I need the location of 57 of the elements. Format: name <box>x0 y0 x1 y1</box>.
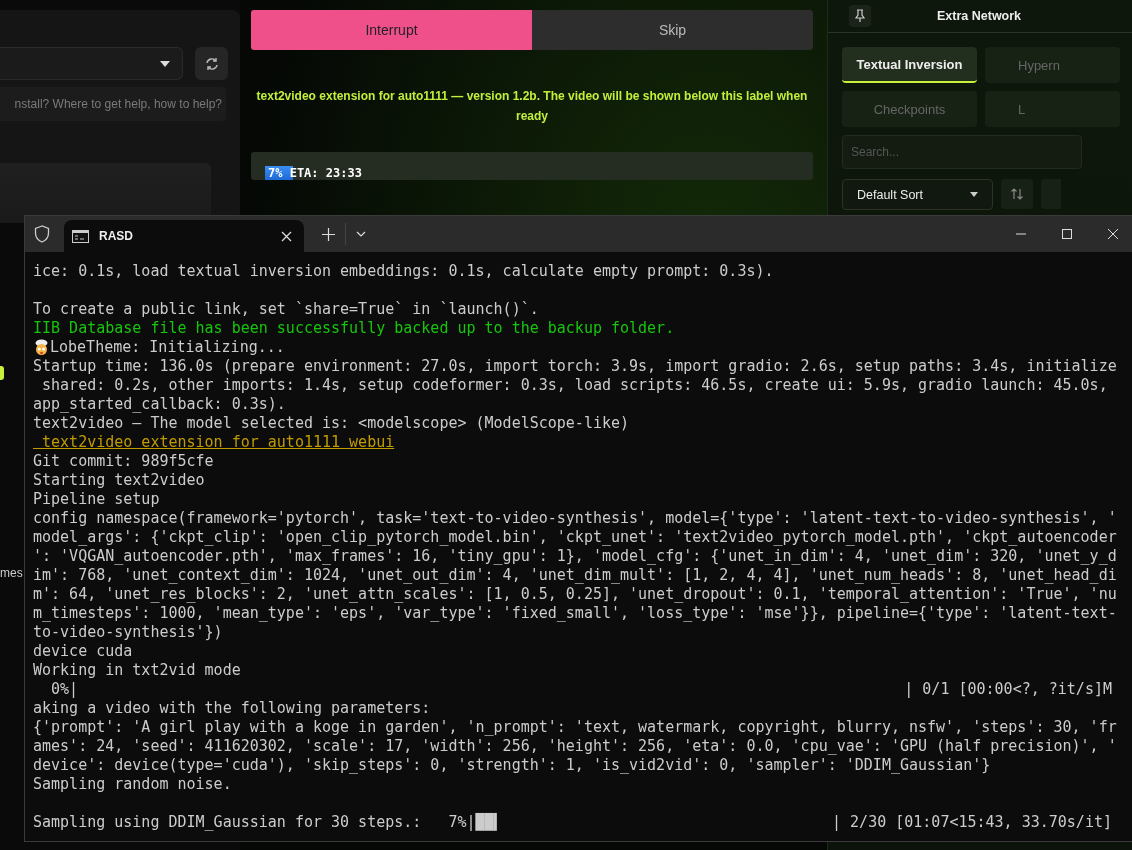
console-line: config namespace(framework='pytorch', task='text-to-video-synthesis', model={'type': 'latent-text-to-video-synthesis', ' <box>33 509 1117 528</box>
slider-thumb[interactable] <box>0 366 4 380</box>
pin-icon <box>854 9 866 23</box>
console-line: ice: 0.1s, load textual inversion embeddings: 0.1s, calculate empty prompt: 0.3s). <box>33 262 774 281</box>
console-line: ames': 24, 'seed': 411620302, 'scale': 17, 'width': 256, 'height': 256, 'eta': 0.0, 'cpu_vae': 'GPU (half precision)', ' <box>33 737 1117 756</box>
search-field[interactable]: Search... <box>842 135 1082 169</box>
chevron-down-icon[interactable] <box>356 231 366 237</box>
console-line: Git commit: 989f5cfe <box>33 452 214 471</box>
caret-icon <box>970 192 978 197</box>
sort-order-button[interactable] <box>1001 179 1033 209</box>
console-line: im': 768, 'unet_context_dim': 1024, 'unet_out_dim': 4, 'unet_dim_mult': [1, 2, 4, 4], 'unet_num_heads': 8, 'unet_head_di <box>33 566 1117 585</box>
panel-title: Extra Network <box>937 9 1022 23</box>
console-line: text2video — The model selected is: <modelscope> (ModelScope-like) <box>33 414 630 433</box>
terminal-tab[interactable]: RASD <box>64 220 304 252</box>
progress-text: 0%| <box>50 680 79 699</box>
help-field[interactable]: nstall? Where to get help, how to help? <box>0 87 226 121</box>
pin-button[interactable] <box>849 5 871 27</box>
console-line: To create a public link, set `share=True` in `launch()`. <box>33 300 539 319</box>
console-line: m': 64, 'unet_res_blocks': 2, 'unet_attn_scales': [1, 0.5, 0.25], 'unet_dropout': 0.1, 'temporal_attention': 'True', 'nu <box>33 585 1117 604</box>
close-icon[interactable] <box>281 230 292 242</box>
close-icon[interactable] <box>1107 228 1119 240</box>
sort-icon <box>1010 187 1024 201</box>
console-line: aking a video with the following parameters: <box>33 699 431 718</box>
network-tab[interactable]: Textual Inversion <box>842 47 977 83</box>
refresh-icon <box>203 55 220 72</box>
console-line: Starting text2video <box>33 471 205 490</box>
caret-icon <box>160 61 170 67</box>
new-tab-icon[interactable] <box>322 227 335 241</box>
notice-text: text2video extension for auto1111 — version 1.2b. The video will be shown below this label when ready <box>255 88 809 125</box>
side-label: mes <box>0 566 23 580</box>
console-line: model_args': {'ckpt_clip': 'open_clip_pytorch_model.bin', 'ckpt_unet': 'text2video_pytorch_model.pth', 'ckpt_autoencoder <box>33 528 1117 547</box>
console-line: m_timesteps': 1000, 'mean_type': 'eps', 'var_type': 'fixed_small', 'loss_type': 'mse'}}, pipeline={'type': 'latent-text- <box>33 604 1117 623</box>
console-line: Startup time: 136.0s (prepare environment: 27.0s, import torch: 3.9s, import gradio: 2.6s, setup paths: 3.4s, initialize <box>33 357 1117 376</box>
console-line: to-video-synthesis'}) <box>33 623 223 642</box>
maximize-icon[interactable] <box>1061 228 1073 240</box>
shield-icon[interactable] <box>34 225 50 243</box>
console-link[interactable]: text2video extension for auto1111 webui <box>33 433 395 452</box>
console-line: Working in txt2vid mode <box>33 661 241 680</box>
progress-stats: | 0/1 [00:00<?, ?it/s]M <box>904 680 1112 699</box>
console-line: LobeTheme: Initializing... <box>50 338 285 357</box>
console-line: IIB Database file has been successfully backed up to the backup folder. <box>33 319 675 338</box>
console-line: ': 'VQGAN_autoencoder.pth', 'max_frames': 16, 'tiny_gpu': 1}, 'model_cfg': {'unet_in_dim': 4, 'unet_dim': 320, 'unet_y_d <box>33 547 1117 566</box>
refresh-button[interactable] <box>195 47 228 80</box>
console-line: {'prompt': 'A girl play with a koge in garden', 'n_prompt': 'text, watermark, copyright, blurry, nsfw', 'steps': 30, 'fr <box>33 718 1117 737</box>
interrupt-button[interactable]: Interrupt <box>251 10 532 50</box>
chef-emoji-icon <box>33 339 50 356</box>
progress-text: Sampling using DDIM_Gaussian for 30 steps.: 7%|██▍ <box>33 813 503 832</box>
console-line: Sampling random noise. <box>33 775 232 794</box>
console-line: shared: 0.2s, other imports: 1.4s, setup codeformer: 0.3s, load scripts: 46.5s, create ui: 5.9s, gradio launch: 45.0s, <box>41 376 1108 395</box>
console-line: device cuda <box>33 642 133 661</box>
sort-dropdown[interactable]: Default Sort <box>842 179 993 210</box>
console-icon <box>72 229 89 243</box>
skip-button[interactable]: Skip <box>532 10 813 50</box>
console-line: Pipeline setup <box>33 490 160 509</box>
console-line: device': device(type='cuda'), 'skip_steps': 0, 'strength': 1, 'is_vid2vid': 0, 'sampler': 'DDIM_Gaussian'} <box>33 756 991 775</box>
progress-stats: | 2/30 [01:07<15:43, 33.70s/it] <box>832 813 1112 832</box>
console-line: app_started_callback: 0.3s). <box>33 395 286 414</box>
